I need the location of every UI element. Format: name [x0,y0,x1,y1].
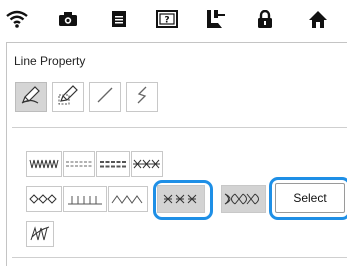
candlewick-stitch-icon [29,225,51,243]
pen-outline-button[interactable] [52,82,84,112]
camera-icon[interactable] [55,6,81,32]
document-icon[interactable] [106,6,132,32]
bottom-divider [12,257,347,258]
stitch-decorative[interactable] [221,185,266,213]
wave-stitch-icon [111,193,145,205]
help-icon[interactable]: ? [154,6,180,32]
straight-line-icon [94,85,116,110]
embroidery-foot-icon[interactable] [203,6,229,32]
cross-stitch-icon [133,158,161,170]
home-icon[interactable] [305,6,331,32]
feather-stitch-highlight [153,180,213,220]
pen-region-icon [20,85,42,110]
stitch-diamond[interactable] [26,186,62,212]
stitch-triple[interactable] [96,151,130,177]
running-stitch-icon [65,159,93,169]
pen-outline-icon [57,84,79,110]
zigzag-stitch-icon [29,158,59,170]
zigzag-line-button[interactable] [126,82,158,112]
stitch-cross[interactable] [131,151,163,177]
zigzag-line-icon [131,85,153,110]
triple-stitch-icon [99,159,127,169]
pen-region-button[interactable] [15,82,47,112]
stitch-candlewick[interactable] [26,221,54,247]
diamond-stitch-icon [29,193,59,205]
straight-line-button[interactable] [89,82,121,112]
svg-text:?: ? [164,16,169,26]
line-property-title: Line Property [14,54,86,68]
stitch-running[interactable] [63,151,95,177]
select-button-highlight [269,177,347,220]
blanket-stitch-icon [67,193,103,205]
decorative-stitch-icon [223,191,265,207]
stitch-wave[interactable] [108,186,148,212]
stitch-blanket[interactable] [63,186,107,212]
lock-icon[interactable] [252,6,278,32]
wifi-icon[interactable] [4,6,30,32]
divider-line [12,127,347,128]
top-toolbar: ? [0,0,347,38]
stitch-zigzag[interactable] [26,151,62,177]
